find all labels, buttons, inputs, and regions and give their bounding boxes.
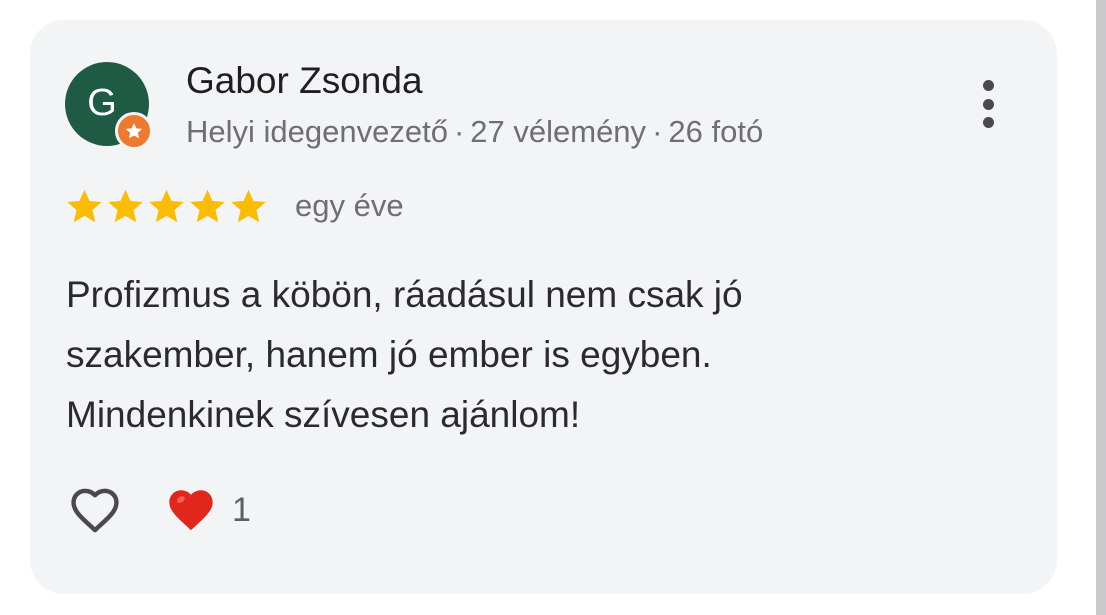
red-heart-icon (169, 490, 213, 531)
star-rating (64, 186, 269, 227)
review-text-line: szakember, hanem jó ember is egyben. (66, 334, 712, 375)
more-vertical-icon (982, 98, 994, 110)
star-icon (108, 189, 143, 222)
heart-outline-icon (71, 488, 119, 533)
heart-reaction[interactable]: 1 (164, 484, 251, 536)
more-vertical-icon (982, 117, 994, 128)
meta-separator: · (453, 114, 465, 149)
review-time: egy éve (295, 188, 404, 223)
star-icon (67, 189, 102, 222)
rating-row: egy éve (64, 184, 404, 228)
heart-reaction-count: 1 (232, 490, 251, 529)
review-actions: 1 (64, 480, 251, 540)
local-guide-star-icon (115, 112, 153, 150)
reviewer-review-count: 27 vélemény (470, 114, 647, 149)
star-icon (190, 189, 225, 222)
scrollbar[interactable] (1096, 0, 1106, 615)
review-card: G Gabor Zsonda Helyi idegenvezető · 27 vél… (30, 20, 1057, 594)
review-text-line: Profizmus a köbön, ráadásul nem csak jó (66, 274, 743, 315)
more-options-button[interactable] (970, 76, 1006, 132)
review-text: Profizmus a köbön, ráadásul nem csak jó … (66, 265, 1006, 445)
reviewer-photo-count: 26 fotó (668, 114, 764, 149)
reviewer-name[interactable]: Gabor Zsonda (186, 60, 423, 102)
more-vertical-icon (982, 80, 994, 91)
star-icon (149, 189, 184, 222)
reviewer-meta: Helyi idegenvezető · 27 vélemény · 26 fotó (186, 114, 763, 150)
like-button[interactable] (64, 480, 126, 540)
meta-separator: · (652, 114, 663, 149)
review-text-line: Mindenkinek szívesen ajánlom! (66, 394, 581, 435)
avatar-letter: G (87, 82, 117, 124)
star-icon (231, 189, 266, 222)
page: G Gabor Zsonda Helyi idegenvezető · 27 vél… (0, 0, 1106, 615)
reviewer-role: Helyi idegenvezető (186, 114, 448, 149)
